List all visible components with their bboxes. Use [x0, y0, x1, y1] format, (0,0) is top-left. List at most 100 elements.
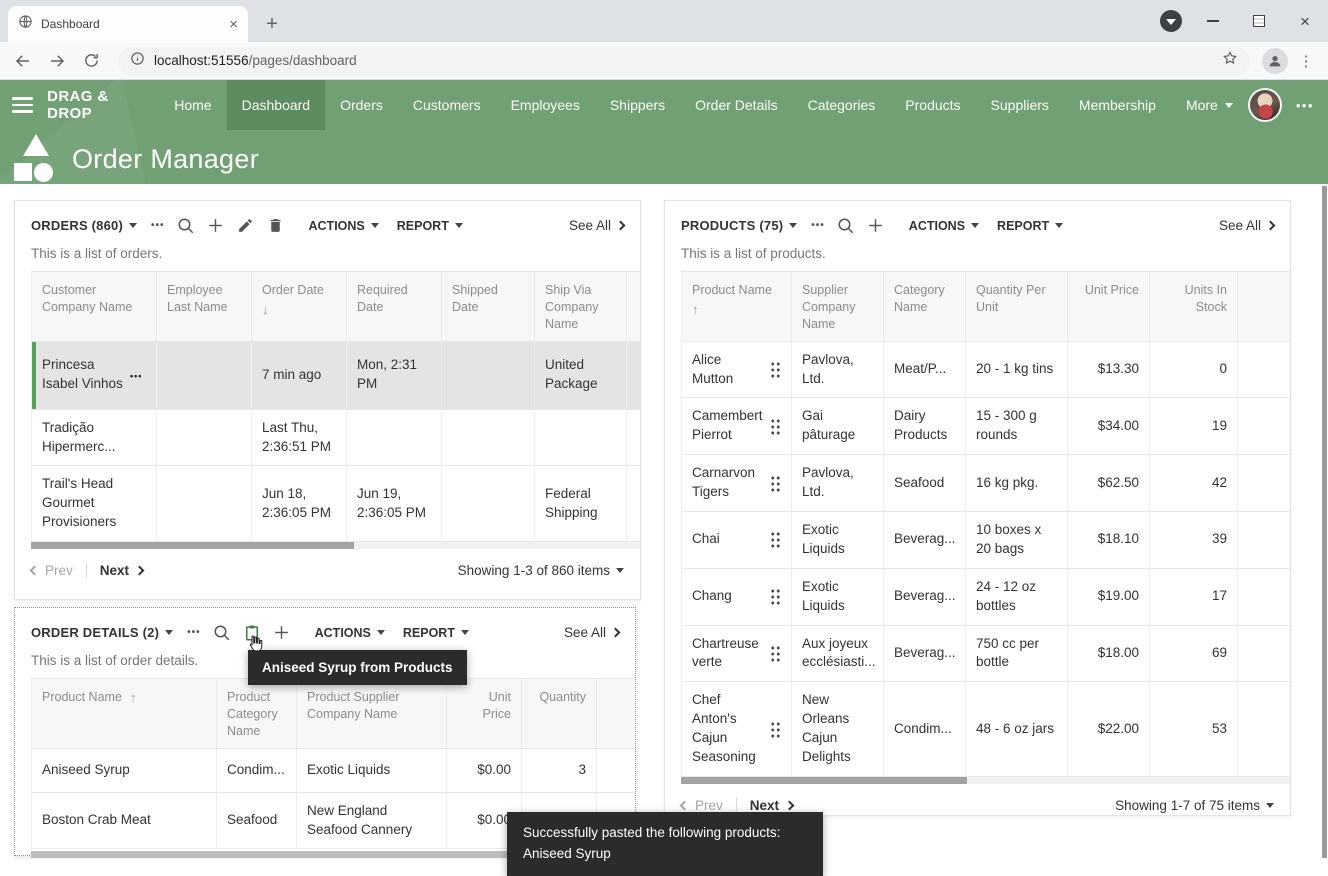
- column-header[interactable]: Unit Price: [447, 679, 522, 748]
- close-window-button[interactable]: ×: [1282, 0, 1328, 42]
- reload-button[interactable]: [76, 46, 106, 76]
- tab-close-icon[interactable]: ×: [229, 17, 238, 32]
- orders-horizontal-scrollbar[interactable]: [31, 542, 640, 549]
- column-header[interactable]: Product Category Name: [217, 679, 297, 748]
- column-header[interactable]: Unit Price: [1068, 272, 1150, 341]
- header-overflow-icon[interactable]: •••: [1296, 98, 1314, 113]
- page-info-icon[interactable]: [130, 51, 145, 71]
- user-avatar[interactable]: [1248, 88, 1282, 122]
- column-header[interactable]: Required Date: [347, 272, 442, 341]
- products-see-all-link[interactable]: See All: [1219, 218, 1274, 233]
- order-details-panel-title[interactable]: ORDER DETAILS (2): [31, 625, 173, 640]
- drag-handle-icon[interactable]: [770, 361, 781, 378]
- nav-item-shippers[interactable]: Shippers: [595, 80, 680, 130]
- orders-page-size-dropdown[interactable]: Showing 1-3 of 860 items: [458, 563, 624, 578]
- new-tab-button[interactable]: +: [258, 10, 286, 38]
- order-details-report-menu[interactable]: REPORT: [403, 626, 469, 640]
- drag-handle-icon[interactable]: [770, 418, 781, 435]
- column-header[interactable]: Quantity Per Unit: [966, 272, 1068, 341]
- nav-item-products[interactable]: Products: [890, 80, 975, 130]
- url-bar[interactable]: localhost:51556/pages/dashboard: [118, 47, 1250, 75]
- nav-item-orders[interactable]: Orders: [325, 80, 398, 130]
- row-menu-icon[interactable]: •••: [130, 371, 142, 381]
- paste-products-button[interactable]: [237, 620, 267, 646]
- orders-see-all-link[interactable]: See All: [569, 218, 624, 233]
- orders-delete-icon[interactable]: [261, 213, 291, 239]
- orders-next-button[interactable]: Next: [100, 563, 143, 578]
- browser-tab[interactable]: Dashboard ×: [8, 6, 248, 42]
- nav-item-categories[interactable]: Categories: [793, 80, 891, 130]
- products-more-options-icon[interactable]: •••: [811, 220, 825, 231]
- orders-report-menu[interactable]: REPORT: [397, 219, 463, 233]
- column-header[interactable]: Employee Last Name: [157, 272, 252, 341]
- hamburger-menu-icon[interactable]: [12, 80, 33, 130]
- nav-item-home[interactable]: Home: [159, 80, 226, 130]
- orders-actions-menu[interactable]: ACTIONS: [309, 219, 379, 233]
- browser-update-badge-icon[interactable]: [1160, 10, 1182, 32]
- nav-item-order-details[interactable]: Order Details: [680, 80, 792, 130]
- browser-menu-icon[interactable]: ⋮: [1292, 52, 1320, 70]
- products-report-menu[interactable]: REPORT: [997, 219, 1063, 233]
- nav-item-membership[interactable]: Membership: [1064, 80, 1171, 130]
- orders-panel-title[interactable]: ORDERS (860): [31, 218, 137, 233]
- column-header[interactable]: Units In Stock: [1150, 272, 1238, 341]
- table-row[interactable]: Alice Mutton Pavlova, Ltd. Meat/P... 20 …: [682, 342, 1290, 399]
- drag-handle-icon[interactable]: [770, 588, 781, 605]
- maximize-button[interactable]: [1236, 0, 1282, 42]
- browser-profile-icon[interactable]: [1262, 48, 1288, 74]
- orders-prev-button[interactable]: Prev: [31, 563, 73, 578]
- table-row[interactable]: Camembert Pierrot Gai pâturage Dairy Pro…: [682, 398, 1290, 455]
- column-header[interactable]: Product Name↑: [32, 679, 217, 748]
- minimize-button[interactable]: [1190, 0, 1236, 42]
- table-row[interactable]: Chang Exotic Liquids Beverag... 24 - 12 …: [682, 569, 1290, 626]
- table-row[interactable]: Aniseed Syrup Condim... Exotic Liquids $…: [32, 749, 635, 793]
- table-row[interactable]: Tradição Hipermerc... Last Thu, 2:36:51 …: [32, 410, 640, 467]
- orders-more-options-icon[interactable]: •••: [151, 220, 165, 231]
- table-row[interactable]: Trail's Head Gourmet Provisioners Jun 18…: [32, 466, 640, 542]
- nav-item-customers[interactable]: Customers: [398, 80, 496, 130]
- products-add-icon[interactable]: [861, 213, 891, 239]
- products-page-size-dropdown[interactable]: Showing 1-7 of 75 items: [1115, 798, 1274, 813]
- order-details-more-options-icon[interactable]: •••: [187, 627, 201, 638]
- order-details-add-icon[interactable]: [267, 620, 297, 646]
- column-header[interactable]: Product Supplier Company Name: [297, 679, 447, 748]
- nav-item-dashboard[interactable]: Dashboard: [227, 80, 326, 130]
- scrollbar-thumb[interactable]: [681, 777, 967, 784]
- bookmark-star-icon[interactable]: [1222, 50, 1238, 71]
- column-header[interactable]: Supplier Company Name: [792, 272, 884, 341]
- nav-item-employees[interactable]: Employees: [496, 80, 595, 130]
- products-next-button[interactable]: Next: [750, 798, 793, 813]
- order-details-search-icon[interactable]: [207, 620, 237, 646]
- products-actions-menu[interactable]: ACTIONS: [909, 219, 979, 233]
- column-header[interactable]: Shipped Date: [442, 272, 535, 341]
- column-header[interactable]: Customer Company Name: [32, 272, 157, 341]
- column-header[interactable]: Ship Via Company Name: [535, 272, 627, 341]
- table-row[interactable]: Chef Anton's Cajun Seasoning New Orleans…: [682, 682, 1290, 777]
- drag-handle-icon[interactable]: [770, 531, 781, 548]
- products-panel-title[interactable]: PRODUCTS (75): [681, 218, 797, 233]
- products-prev-button[interactable]: Prev: [681, 798, 723, 813]
- nav-item-suppliers[interactable]: Suppliers: [976, 80, 1064, 130]
- orders-edit-icon[interactable]: [231, 213, 261, 239]
- order-details-actions-menu[interactable]: ACTIONS: [315, 626, 385, 640]
- drag-handle-icon[interactable]: [770, 645, 781, 662]
- orders-search-icon[interactable]: [171, 213, 201, 239]
- products-search-icon[interactable]: [831, 213, 861, 239]
- table-row[interactable]: Chai Exotic Liquids Beverag... 10 boxes …: [682, 512, 1290, 569]
- back-button[interactable]: [8, 46, 38, 76]
- products-horizontal-scrollbar[interactable]: [681, 777, 1290, 784]
- table-row[interactable]: Chartreuse verte Aux joyeux ecclésiasti.…: [682, 626, 1290, 683]
- drag-handle-icon[interactable]: [770, 721, 781, 738]
- page-vertical-scrollbar[interactable]: [1322, 186, 1327, 858]
- orders-add-icon[interactable]: [201, 213, 231, 239]
- order-details-see-all-link[interactable]: See All: [564, 625, 619, 640]
- drag-handle-icon[interactable]: [770, 475, 781, 492]
- table-row[interactable]: Princesa Isabel Vinhos ••• 7 min ago Mon…: [32, 342, 640, 410]
- column-header[interactable]: Product Name↑: [682, 272, 792, 341]
- column-header[interactable]: Quantity: [522, 679, 597, 748]
- nav-item-more[interactable]: More: [1171, 80, 1248, 130]
- scrollbar-thumb[interactable]: [31, 542, 354, 549]
- forward-button[interactable]: [42, 46, 72, 76]
- column-header[interactable]: Order Date↓: [252, 272, 347, 341]
- column-header[interactable]: Category Name: [884, 272, 966, 341]
